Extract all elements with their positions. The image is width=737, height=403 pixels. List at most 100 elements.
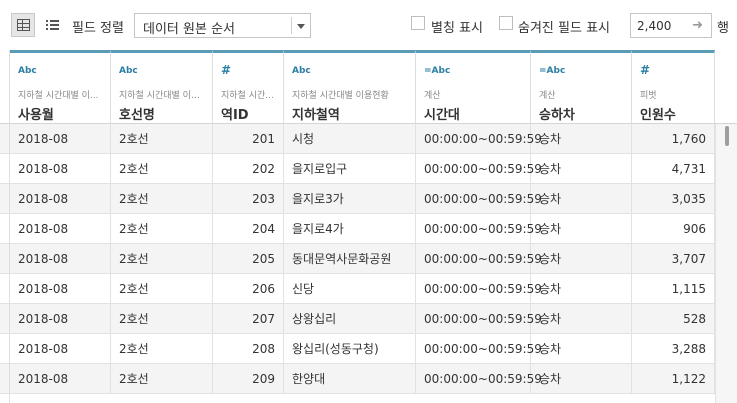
table-cell[interactable]: 00:00:00~00:59:59 — [416, 124, 542, 154]
table-cell[interactable]: 2018-08 — [10, 364, 111, 394]
vertical-scrollbar[interactable] — [715, 124, 737, 403]
scrollbar-thumb[interactable] — [725, 126, 729, 146]
table-cell[interactable]: 승차 — [531, 154, 632, 184]
row-count-input[interactable]: 2,400 ➜ — [630, 13, 712, 38]
table-cell[interactable]: 3,035 — [632, 184, 715, 214]
sort-order-select[interactable]: 데이터 원본 순서 — [134, 13, 311, 38]
table-cell[interactable]: 2호선 — [111, 124, 213, 154]
column-name[interactable]: 호선명 — [119, 104, 155, 123]
table-cell[interactable]: 승차 — [531, 184, 632, 214]
table-cell[interactable]: 2호선 — [111, 214, 213, 244]
table-row[interactable]: 2018-08 2호선 205 동대문역사문화공원 00:00:00~00:59:59 승… — [0, 244, 715, 274]
table-cell[interactable]: 2호선 — [111, 274, 213, 304]
table-cell[interactable]: 00:00:00~00:59:59 — [416, 274, 542, 304]
column-header[interactable]: Abc 지하철 시간대별 이용현황 호선명 — [111, 50, 213, 124]
table-cell[interactable]: 207 — [213, 304, 284, 334]
table-cell[interactable]: 승차 — [531, 304, 632, 334]
table-cell[interactable]: 2018-08 — [10, 274, 111, 304]
table-cell[interactable]: 1,760 — [632, 124, 715, 154]
table-cell[interactable]: 202 — [213, 154, 284, 184]
table-row[interactable]: 2018-08 2호선 207 상왕십리 00:00:00~00:59:59 승차 528 — [0, 304, 715, 334]
table-cell[interactable]: 신당 — [284, 274, 416, 304]
table-cell[interactable]: 승차 — [531, 244, 632, 274]
table-cell[interactable]: 을지로입구 — [284, 154, 416, 184]
table-cell[interactable]: 00:00:00~00:59:59 — [416, 304, 542, 334]
table-row[interactable]: 2018-08 2호선 209 한양대 00:00:00~00:59:59 승차 1,122 — [0, 364, 715, 394]
table-cell[interactable]: 206 — [213, 274, 284, 304]
table-cell[interactable]: 1,122 — [632, 364, 715, 394]
table-row[interactable]: 2018-08 2호선 206 신당 00:00:00~00:59:59 승차 1,115 — [0, 274, 715, 304]
table-cell[interactable]: 906 — [632, 214, 715, 244]
table-cell[interactable]: 2018-08 — [10, 244, 111, 274]
show-hidden-fields-checkbox[interactable] — [499, 16, 513, 30]
table-row[interactable]: 2018-08 2호선 201 시청 00:00:00~00:59:59 승차 1,760 — [0, 124, 715, 154]
table-cell[interactable]: 2호선 — [111, 244, 213, 274]
table-cell[interactable]: 2호선 — [111, 304, 213, 334]
column-header[interactable]: # 지하철 시간... 역ID — [213, 50, 284, 124]
grid-view-button[interactable] — [11, 13, 35, 37]
column-name[interactable]: 시간대 — [424, 104, 460, 123]
table-cell[interactable]: 2018-08 — [10, 304, 111, 334]
table-cell[interactable]: 208 — [213, 334, 284, 364]
table-cell[interactable]: 2018-08 — [10, 214, 111, 244]
table-cell[interactable]: 00:00:00~00:59:59 — [416, 334, 542, 364]
table-cell[interactable]: 4,731 — [632, 154, 715, 184]
column-name[interactable]: 인원수 — [640, 104, 676, 123]
string-type-icon[interactable]: Abc — [18, 66, 37, 76]
table-cell[interactable]: 2018-08 — [10, 154, 111, 184]
table-cell[interactable]: 시청 — [284, 124, 416, 154]
calculated-string-type-icon[interactable]: =Abc — [539, 66, 565, 76]
table-cell[interactable]: 왕십리(성동구청) — [284, 334, 416, 364]
show-aliases-checkbox[interactable] — [411, 16, 425, 30]
column-name[interactable]: 승하차 — [539, 104, 575, 123]
table-row[interactable]: 2018-08 2호선 208 왕십리(성동구청) 00:00:00~00:59:59 승… — [0, 334, 715, 364]
table-row[interactable]: 2018-08 2호선 203 을지로3가 00:00:00~00:59:59 승차 3,0… — [0, 184, 715, 214]
table-cell[interactable]: 2018-08 — [10, 184, 111, 214]
table-cell[interactable]: 1,115 — [632, 274, 715, 304]
table-cell[interactable]: 한양대 — [284, 364, 416, 394]
table-cell[interactable]: 2018-08 — [10, 124, 111, 154]
list-view-button[interactable] — [40, 13, 64, 37]
calculated-string-type-icon[interactable]: =Abc — [424, 66, 450, 76]
column-header[interactable]: =Abc 계산 승하차 — [531, 50, 632, 124]
column-header[interactable]: Abc 지하철 시간대별 이... 사용월 — [10, 50, 111, 124]
table-cell[interactable]: 2호선 — [111, 334, 213, 364]
table-cell[interactable]: 00:00:00~00:59:59 — [416, 184, 542, 214]
table-cell[interactable]: 205 — [213, 244, 284, 274]
table-cell[interactable]: 204 — [213, 214, 284, 244]
table-cell[interactable]: 2호선 — [111, 154, 213, 184]
number-type-icon[interactable]: # — [221, 63, 231, 77]
table-cell[interactable]: 528 — [632, 304, 715, 334]
column-name[interactable]: 사용월 — [18, 104, 54, 123]
number-type-icon[interactable]: # — [640, 63, 650, 77]
column-header[interactable]: # 피벗 인원수 — [632, 50, 715, 124]
table-cell[interactable]: 3,288 — [632, 334, 715, 364]
table-row[interactable]: 2018-08 2호선 204 을지로4가 00:00:00~00:59:59 승차 906 — [0, 214, 715, 244]
table-cell[interactable]: 00:00:00~00:59:59 — [416, 364, 542, 394]
table-cell[interactable]: 승차 — [531, 214, 632, 244]
table-row[interactable]: 2018-08 2호선 202 을지로입구 00:00:00~00:59:59 승차 4,7… — [0, 154, 715, 184]
table-cell[interactable]: 승차 — [531, 364, 632, 394]
table-cell[interactable]: 2호선 — [111, 364, 213, 394]
table-cell[interactable]: 승차 — [531, 274, 632, 304]
table-cell[interactable]: 209 — [213, 364, 284, 394]
table-cell[interactable]: 201 — [213, 124, 284, 154]
table-cell[interactable]: 승차 — [531, 124, 632, 154]
table-cell[interactable]: 상왕십리 — [284, 304, 416, 334]
table-cell[interactable]: 00:00:00~00:59:59 — [416, 214, 542, 244]
table-cell[interactable]: 승차 — [531, 334, 632, 364]
table-cell[interactable]: 203 — [213, 184, 284, 214]
table-cell[interactable]: 2018-08 — [10, 334, 111, 364]
table-cell[interactable]: 동대문역사문화공원 — [284, 244, 416, 274]
table-cell[interactable]: 2호선 — [111, 184, 213, 214]
table-cell[interactable]: 00:00:00~00:59:59 — [416, 154, 542, 184]
table-cell[interactable]: 3,707 — [632, 244, 715, 274]
table-cell[interactable]: 을지로3가 — [284, 184, 416, 214]
arrow-right-icon[interactable]: ➜ — [692, 19, 703, 32]
column-name[interactable]: 역ID — [221, 104, 249, 123]
column-header[interactable]: =Abc 계산 시간대 — [416, 50, 531, 124]
column-name[interactable]: 지하철역 — [292, 104, 340, 123]
table-cell[interactable]: 00:00:00~00:59:59 — [416, 244, 542, 274]
string-type-icon[interactable]: Abc — [119, 66, 138, 76]
string-type-icon[interactable]: Abc — [292, 66, 311, 76]
